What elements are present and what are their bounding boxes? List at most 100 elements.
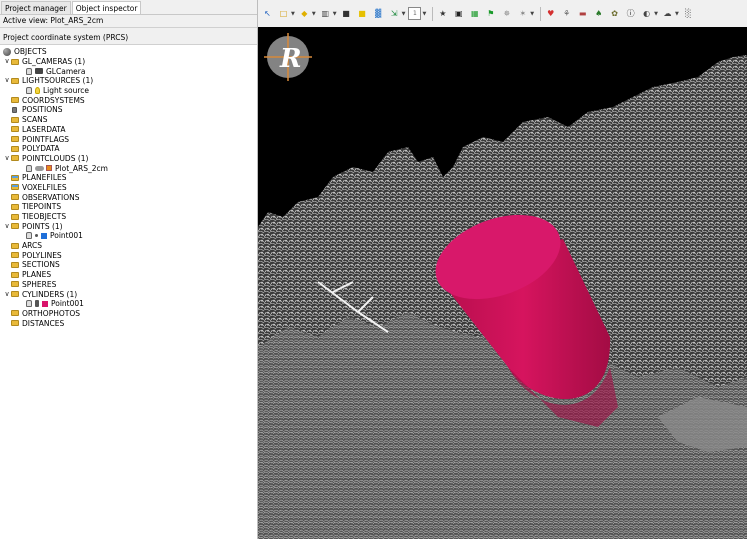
tree-item[interactable]: TIEOBJECTS <box>0 212 257 222</box>
chevron-down-icon[interactable]: ▼ <box>291 11 295 17</box>
star-icon[interactable]: ★ <box>436 7 449 20</box>
filter-icon[interactable]: ▥ <box>319 7 332 20</box>
panel-tabs: Project manager Object inspector <box>0 0 257 15</box>
chevron-down-icon[interactable]: ∨ <box>3 154 11 162</box>
chevron-down-icon[interactable]: ▼ <box>422 11 426 17</box>
tree-item[interactable]: TIEPOINTS <box>0 202 257 212</box>
tree-item[interactable]: Point001 <box>0 231 257 241</box>
chevron-down-icon[interactable]: ∨ <box>3 76 11 85</box>
chevron-down-icon[interactable]: ∨ <box>3 222 11 230</box>
tree-item[interactable]: PLANEFILES <box>0 173 257 183</box>
tree-item[interactable]: POSITIONS <box>0 105 257 115</box>
tree-item[interactable]: ∨ POINTCLOUDS (1) <box>0 154 257 164</box>
folder-icon <box>11 194 19 201</box>
chevron-down-icon[interactable]: ∨ <box>3 290 11 298</box>
folder-multi-icon <box>11 184 19 191</box>
flag-icon[interactable]: ⚑ <box>484 7 497 20</box>
lock-icon[interactable] <box>26 300 32 308</box>
tree-item-label: SPHERES <box>22 279 57 289</box>
tree-item-label: GLCamera <box>46 66 86 76</box>
random-icon[interactable]: ░ <box>682 7 695 20</box>
sphere-icon[interactable]: ◐ <box>640 7 653 20</box>
info-icon[interactable]: ⓘ <box>624 7 637 20</box>
viewport-toolbar: ↖ □ ▼ ◆ ▼ ▥ ▼ ■ ■ ▓ ⇲ ▼ 1 ▼ ★ ▣ ▦ ⚑ ✵ ✶ ▼ ♥ ⚘ ▬ ♠ ✿ ⓘ ◐ ▼ ☁ ▼ ░ <box>258 0 747 27</box>
select-icon[interactable]: ↖ <box>261 7 274 20</box>
folder-icon <box>11 213 19 220</box>
cloud-icon[interactable]: ☁ <box>661 7 674 20</box>
tree-item-label: Point001 <box>50 231 83 241</box>
point-cloud-scene[interactable]: R <box>258 27 747 539</box>
tree-item[interactable]: LASERDATA <box>0 125 257 135</box>
tree-cluster-icon[interactable]: ⚘ <box>560 7 573 20</box>
tree-item[interactable]: ∨ LIGHTSOURCES (1) <box>0 76 257 86</box>
tab-project-manager[interactable]: Project manager <box>1 1 71 14</box>
tree-item[interactable]: ORTHOPHOTOS <box>0 309 257 319</box>
lock-icon[interactable] <box>26 87 32 95</box>
folder-icon <box>11 97 19 104</box>
tree-item[interactable]: DISTANCES <box>0 318 257 328</box>
number-icon[interactable]: 1 <box>408 7 422 20</box>
folder-icon <box>11 242 19 249</box>
tree-item[interactable]: ∨ CYLINDERS (1) <box>0 289 257 299</box>
tree-item[interactable]: SPHERES <box>0 280 257 290</box>
heart-icon[interactable]: ♥ <box>544 7 557 20</box>
lock-icon[interactable] <box>26 164 32 172</box>
scatter-icon[interactable]: ▣ <box>452 7 465 20</box>
color-icon[interactable]: ◆ <box>298 7 311 20</box>
3d-viewport[interactable]: R <box>258 27 747 539</box>
leaf-icon[interactable]: ✿ <box>608 7 621 20</box>
tree-item-label: PLANEFILES <box>22 173 67 183</box>
shape-icon[interactable]: □ <box>277 7 290 20</box>
box-icon[interactable]: ■ <box>356 7 369 20</box>
object-inspector-panel: Project manager Object inspector Active … <box>0 0 258 539</box>
lock-icon[interactable] <box>26 67 32 75</box>
grid-icon[interactable]: ▦ <box>468 7 481 20</box>
tree-item[interactable]: POINTFLAGS <box>0 134 257 144</box>
tree-item[interactable]: PLANES <box>0 270 257 280</box>
chevron-down-icon[interactable]: ▼ <box>530 11 534 17</box>
tree-item[interactable]: COORDSYSTEMS <box>0 95 257 105</box>
segment-icon[interactable]: ▬ <box>576 7 589 20</box>
tree-item[interactable]: OBJECTS <box>0 47 257 57</box>
tree-item[interactable]: OBSERVATIONS <box>0 192 257 202</box>
lock-icon[interactable] <box>26 232 32 240</box>
chart-icon[interactable]: ▓ <box>372 7 385 20</box>
transform-icon[interactable]: ⇲ <box>388 7 401 20</box>
toolbar-separator <box>540 6 542 21</box>
cube-icon[interactable]: ■ <box>340 7 353 20</box>
chevron-down-icon[interactable]: ▼ <box>333 11 337 17</box>
tree-item[interactable]: Point001 <box>0 299 257 309</box>
chevron-down-icon[interactable]: ∨ <box>3 57 11 66</box>
chevron-down-icon[interactable]: ▼ <box>402 11 406 17</box>
tree-item-label: POINTFLAGS <box>22 134 70 144</box>
tree-item[interactable]: POLYDATA <box>0 144 257 154</box>
chevron-down-icon[interactable]: ▼ <box>312 11 316 17</box>
chevron-down-icon[interactable]: ▼ <box>654 11 658 17</box>
tree-item[interactable]: VOXELFILES <box>0 183 257 193</box>
tree-item-label: Point001 <box>51 299 84 309</box>
sparkle-icon[interactable]: ✵ <box>500 7 513 20</box>
tree-item-label: POSITIONS <box>22 105 63 115</box>
tree-item[interactable]: GLCamera <box>0 66 257 76</box>
tree-item-label: Plot_ARS_2cm <box>55 163 108 173</box>
tree-item[interactable]: Light source <box>0 86 257 96</box>
tree-item[interactable]: ARCS <box>0 241 257 251</box>
point-icon <box>41 232 47 239</box>
settings-icon[interactable]: ✶ <box>516 7 529 20</box>
tree-item[interactable]: SECTIONS <box>0 260 257 270</box>
tab-object-inspector[interactable]: Object inspector <box>71 1 142 14</box>
tree-item[interactable]: ∨ GL_CAMERAS (1) <box>0 57 257 67</box>
folder-icon <box>11 116 19 123</box>
tree-icon[interactable]: ♠ <box>592 7 605 20</box>
tree-item[interactable]: Plot_ARS_2cm <box>0 163 257 173</box>
chevron-down-icon[interactable]: ▼ <box>675 11 679 17</box>
tree-item[interactable]: POLYLINES <box>0 250 257 260</box>
tree-item[interactable]: SCANS <box>0 115 257 125</box>
tree-item[interactable]: ∨ POINTS (1) <box>0 221 257 231</box>
